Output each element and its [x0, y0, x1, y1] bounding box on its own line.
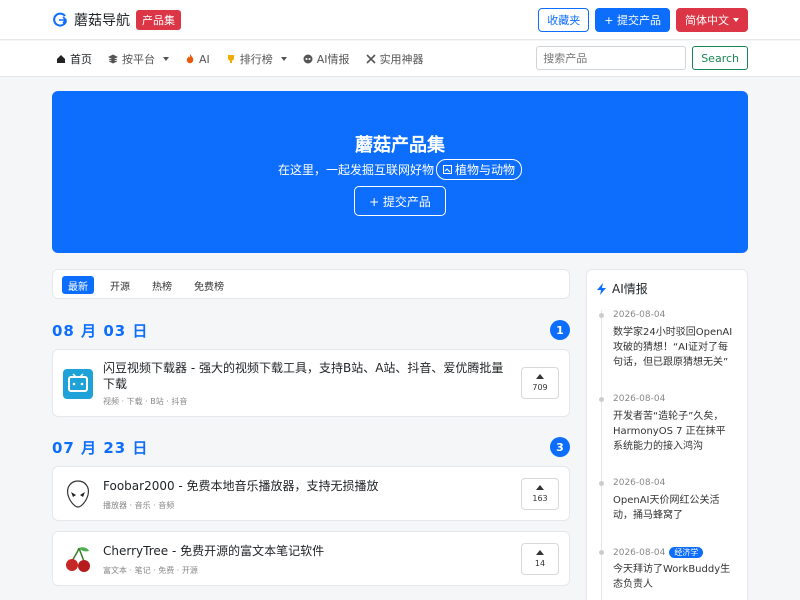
hero-title: 蘑菇产品集	[355, 135, 445, 156]
arrow-up-icon	[536, 550, 544, 555]
filter-tabs: 最新 开源 热榜 免费榜	[52, 269, 570, 299]
trophy-icon	[227, 55, 234, 63]
count-badge: 3	[550, 437, 570, 457]
news-item[interactable]: 2026-08-04 经济学 今天拜访了WorkBuddy生态负责人	[599, 547, 739, 600]
hero-banner: 蘑菇产品集 在这里，一起发掘互联网好物 植物与动物 + 提交产品	[52, 91, 748, 253]
alien-logo-icon	[66, 480, 90, 508]
sidebar-title: AI情报	[612, 282, 648, 296]
date-header: 08 月 03 日 1	[52, 320, 570, 340]
news-item[interactable]: 2026-08-04 OpenAI天价网红公关活动，捅马蜂窝了	[599, 478, 739, 538]
vote-count: 709	[532, 383, 548, 392]
hero-tag-label: 植物与动物	[455, 163, 516, 177]
home-icon	[57, 55, 65, 63]
nav-item-ai[interactable]: AI	[185, 51, 210, 67]
nav-label: AI	[199, 52, 210, 66]
upvote-button[interactable]: 14	[521, 543, 559, 575]
date-header: 07 月 23 日 3	[52, 437, 570, 457]
brand-badge: 产品集	[136, 10, 181, 30]
hero-subtitle-row: 在这里，一起发掘互联网好物 植物与动物	[52, 159, 748, 180]
news-date-row: 2026-08-04 经济学	[613, 547, 704, 558]
nav-bar: 首页 按平台 AI 排行榜 AI情报 实用神器 Search	[0, 41, 800, 77]
vote-count: 163	[532, 494, 548, 503]
cherry-logo-icon	[66, 547, 90, 572]
vote-count: 14	[534, 559, 546, 568]
timeline-dot	[599, 397, 604, 402]
date-label: 08 月 03 日	[52, 322, 149, 340]
chevron-down-icon	[280, 57, 287, 61]
tools-icon	[365, 54, 376, 64]
arrow-up-icon	[536, 374, 544, 379]
nav-item-ranking[interactable]: 排行榜	[226, 51, 287, 67]
product-card[interactable]: CherryTree - 免费开源的富文本笔记软件 富文本 · 笔记 · 免费 …	[52, 531, 570, 586]
product-tags: 富文本 · 笔记 · 免费 · 开源	[103, 566, 198, 575]
news-item[interactable]: 2026-08-04 开发者苦“造轮子”久矣，HarmonyOS 7 正在抹平系…	[599, 394, 739, 464]
search-input[interactable]	[536, 46, 687, 70]
language-label: 简体中文	[685, 14, 729, 27]
news-title[interactable]: 开发者苦“造轮子”久矣，HarmonyOS 7 正在抹平系统能力的接入鸿沟	[613, 409, 735, 454]
news-tag[interactable]: 经济学	[669, 547, 704, 558]
nav-label: 实用神器	[379, 53, 424, 66]
tab-free[interactable]: 免费榜	[188, 276, 230, 294]
nav-item-tools[interactable]: 实用神器	[365, 51, 424, 67]
nav-item-home[interactable]: 首页	[56, 51, 92, 67]
chevron-down-icon	[163, 57, 169, 61]
nav-item-platform[interactable]: 按平台	[108, 51, 169, 67]
news-date: 2026-08-04	[613, 394, 666, 404]
arrow-up-icon	[536, 485, 544, 490]
news-date: 2026-08-04	[613, 310, 666, 320]
upvote-button[interactable]: 163	[521, 478, 559, 510]
nav-label: 排行榜	[239, 53, 273, 66]
news-title[interactable]: 数学家24小时驳回OpenAI攻破的猜想！“AI证对了每句话，但已跟原猜想无关”	[613, 325, 735, 370]
nav-label: 按平台	[122, 53, 155, 66]
timeline-dot	[599, 481, 604, 486]
product-tags: 视频 · 下载 · B站 · 抖音	[103, 397, 188, 406]
news-title[interactable]: 今天拜访了WorkBuddy生态负责人	[613, 562, 735, 592]
product-title[interactable]: CherryTree - 免费开源的富文本笔记软件	[103, 543, 324, 559]
brand-name: 蘑菇导航	[74, 13, 130, 29]
fire-icon	[186, 54, 194, 64]
product-title[interactable]: 闪豆视频下载器 - 强大的视频下载工具，支持B站、A站、抖音、爱优腾批量下载	[103, 360, 513, 392]
chevron-down-icon	[733, 18, 739, 22]
ai-intel-sidebar: AI情报 2026-08-04 数学家24小时驳回OpenAI攻破的猜想！“AI…	[586, 269, 748, 600]
hero-tag[interactable]: 植物与动物	[436, 159, 523, 180]
hero-submit-button[interactable]: + 提交产品	[354, 186, 446, 216]
product-card[interactable]: 闪豆视频下载器 - 强大的视频下载工具，支持B站、A站、抖音、爱优腾批量下载 视…	[52, 349, 570, 417]
count-badge: 1	[550, 320, 570, 340]
language-dropdown[interactable]: 简体中文	[676, 8, 748, 32]
favorites-button[interactable]: 收藏夹	[538, 8, 590, 32]
layers-icon	[108, 54, 118, 64]
product-tags: 播放器 · 音乐 · 音频	[103, 501, 175, 510]
product-card[interactable]: Foobar2000 - 免费本地音乐播放器，支持无损播放 播放器 · 音乐 ·…	[52, 466, 570, 521]
nav-item-ai-intel[interactable]: AI情报	[303, 51, 350, 67]
upvote-button[interactable]: 709	[521, 367, 559, 399]
news-date: 2026-08-04	[613, 548, 666, 558]
hero-subtitle: 在这里，一起发掘互联网好物	[277, 163, 434, 177]
nav-label: 首页	[70, 53, 92, 66]
news-title[interactable]: OpenAI天价网红公关活动，捅马蜂窝了	[613, 493, 735, 523]
tab-open-source[interactable]: 开源	[104, 276, 136, 294]
tab-hot[interactable]: 热榜	[146, 276, 178, 294]
brand[interactable]: 蘑菇导航 产品集	[52, 10, 181, 30]
news-item[interactable]: 2026-08-04 数学家24小时驳回OpenAI攻破的猜想！“AI证对了每句…	[599, 310, 739, 380]
submit-product-button[interactable]: + 提交产品	[595, 8, 670, 32]
product-title[interactable]: Foobar2000 - 免费本地音乐播放器，支持无损播放	[103, 478, 379, 494]
news-date: 2026-08-04	[613, 478, 666, 488]
timeline-dot	[599, 550, 604, 555]
robot-icon	[303, 54, 313, 64]
lightning-icon	[597, 282, 606, 295]
tab-latest[interactable]: 最新	[62, 276, 94, 294]
top-bar: 蘑菇导航 产品集 收藏夹 + 提交产品 简体中文	[0, 0, 800, 40]
image-icon	[443, 165, 452, 174]
nav-label: AI情报	[316, 53, 350, 66]
timeline-dot	[599, 313, 604, 318]
date-label: 07 月 23 日	[52, 439, 149, 457]
sidebar-header: AI情报	[597, 280, 648, 297]
tv-logo-icon	[63, 369, 93, 399]
search-button[interactable]: Search	[692, 46, 748, 70]
logo-icon	[53, 12, 68, 27]
